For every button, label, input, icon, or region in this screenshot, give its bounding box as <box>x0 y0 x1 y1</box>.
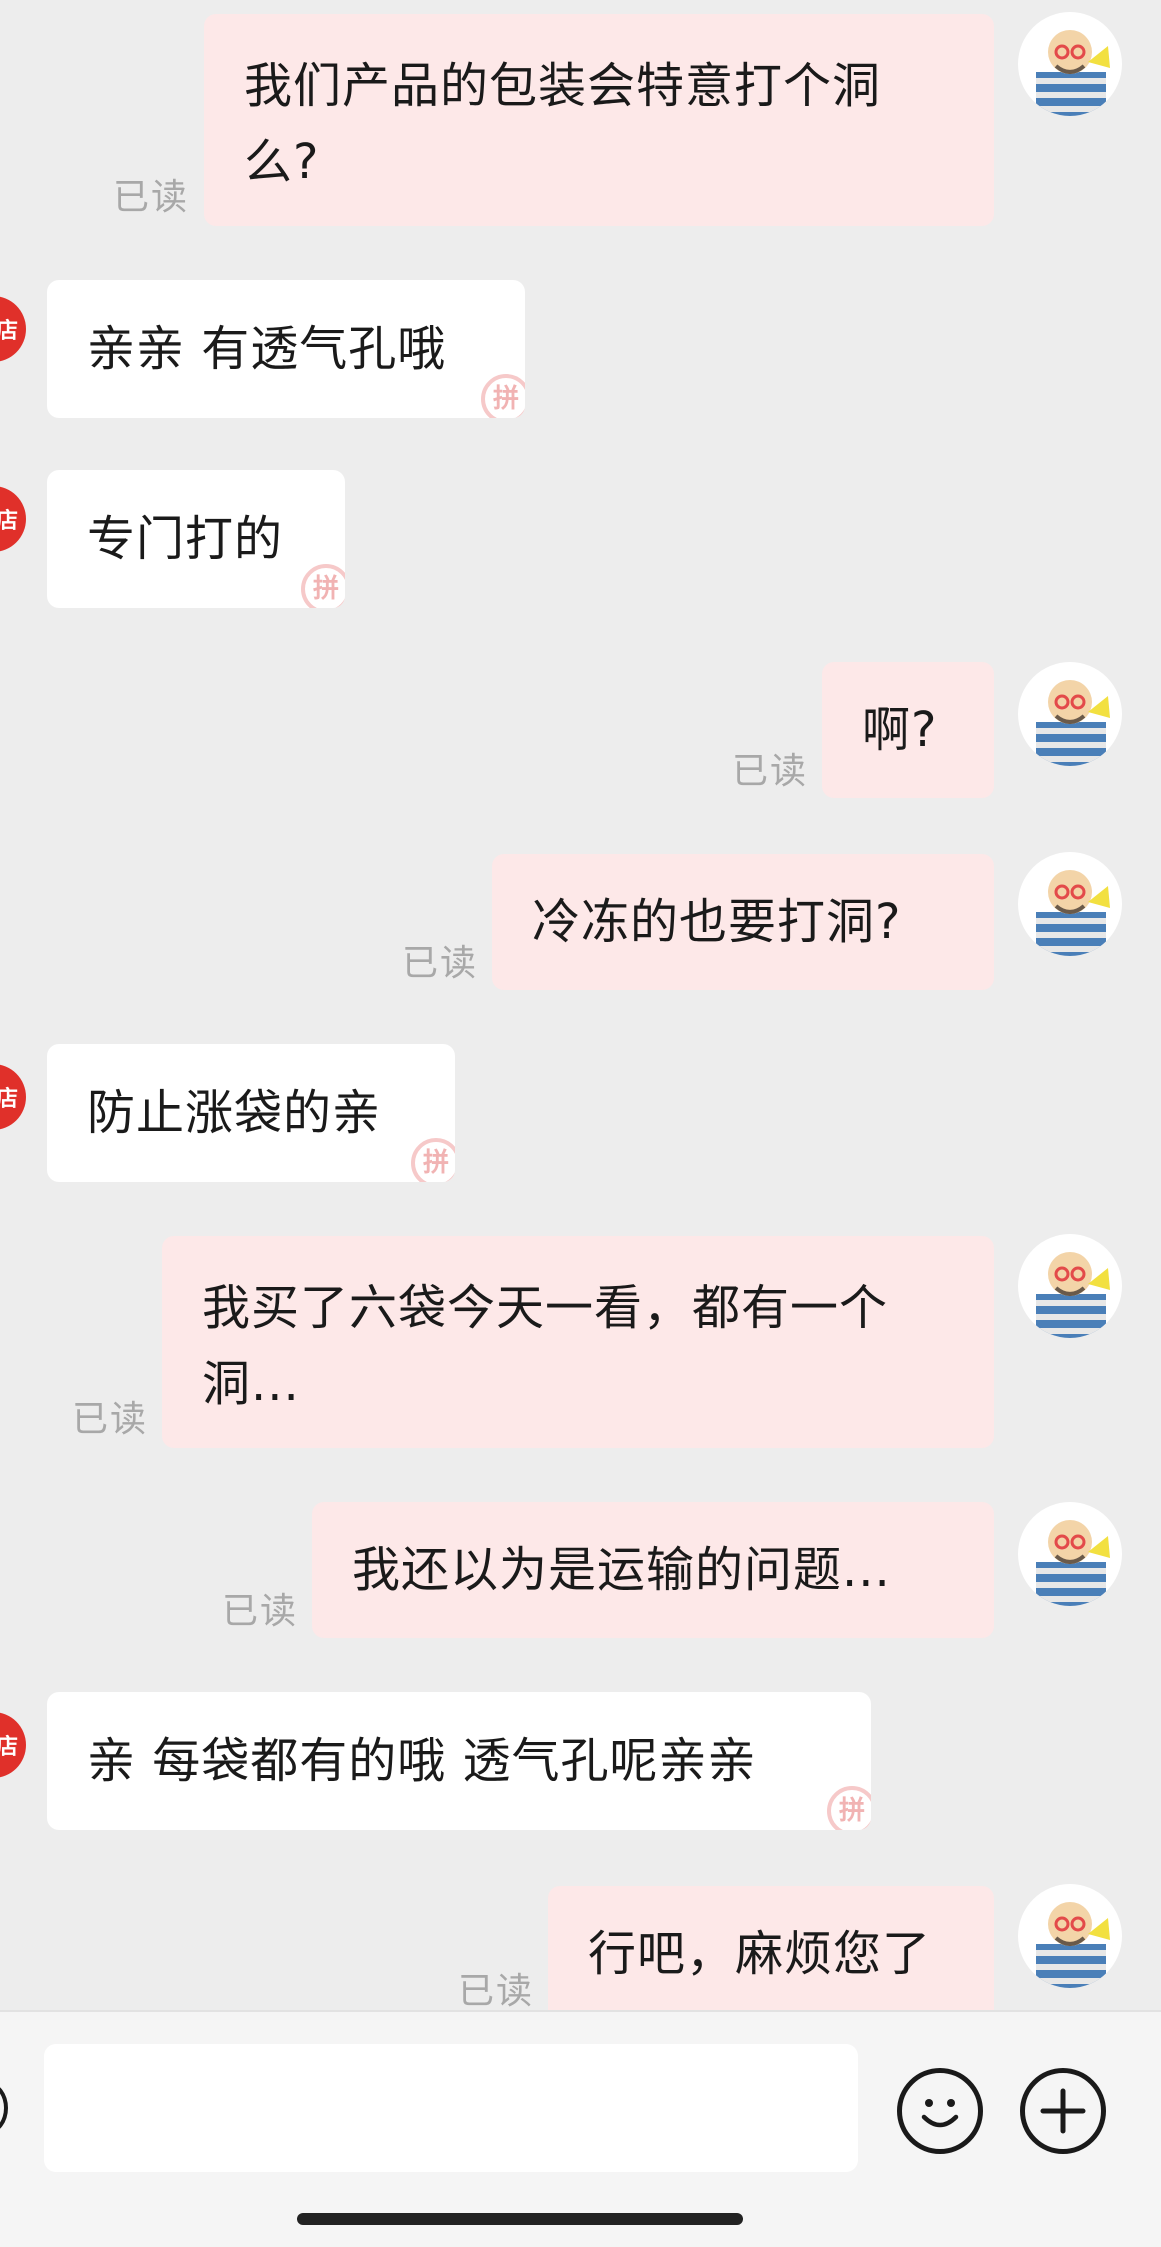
shop-avatar[interactable]: 店 <box>0 1712 26 1778</box>
merchant-stamp-icon: 拼 <box>481 374 525 418</box>
read-receipt: 已读 <box>72 1399 149 1440</box>
home-indicator-area <box>0 2195 1161 2247</box>
shop-avatar[interactable]: 店 <box>0 296 26 362</box>
message-bubble-outgoing[interactable]: 行吧，麻烦您了 <box>548 1886 994 2010</box>
shop-avatar-glyph: 店 <box>0 1087 18 1112</box>
shop-avatar[interactable]: 店 <box>0 486 26 552</box>
plus-icon <box>1040 2088 1086 2134</box>
shop-avatar-glyph: 店 <box>0 1735 18 1760</box>
message-bubble-outgoing[interactable]: 啊? <box>822 662 994 798</box>
message-bubble-outgoing[interactable]: 冷冻的也要打洞? <box>492 854 994 990</box>
home-indicator[interactable] <box>297 2213 743 2225</box>
shop-avatar-glyph: 店 <box>0 319 18 344</box>
message-bubble-incoming[interactable]: 亲 每袋都有的哦 透气孔呢亲亲 拼 <box>47 1692 871 1830</box>
message-input[interactable] <box>44 2044 858 2172</box>
read-receipt: 已读 <box>113 177 190 218</box>
message-text: 冷冻的也要打洞? <box>532 894 902 950</box>
message-text: 防止涨袋的亲 <box>87 1085 382 1141</box>
message-bubble-outgoing[interactable]: 我们产品的包装会特意打个洞 么? <box>204 14 994 226</box>
message-input-bar <box>0 2010 1161 2195</box>
emoji-icon <box>921 2099 959 2128</box>
user-avatar-illustration-icon <box>1036 680 1110 766</box>
shop-avatar-glyph: 店 <box>0 509 18 534</box>
read-receipt: 已读 <box>732 751 809 792</box>
my-avatar[interactable] <box>1018 1234 1122 1338</box>
my-avatar[interactable] <box>1018 662 1122 766</box>
merchant-stamp-icon: 拼 <box>411 1138 455 1182</box>
chat-history[interactable]: 我们产品的包装会特意打个洞 么? 已读 店 亲亲 有透气孔哦 拼 店 专门打的 … <box>0 0 1161 2010</box>
merchant-stamp-icon: 拼 <box>827 1786 871 1830</box>
message-bubble-outgoing[interactable]: 我还以为是运输的问题... <box>312 1502 994 1638</box>
message-text: 亲 每袋都有的哦 透气孔呢亲亲 <box>87 1733 757 1789</box>
shop-avatar[interactable]: 店 <box>0 1064 26 1130</box>
my-avatar[interactable] <box>1018 852 1122 956</box>
message-bubble-incoming[interactable]: 亲亲 有透气孔哦 拼 <box>47 280 525 418</box>
read-receipt: 已读 <box>458 1971 535 2010</box>
my-avatar[interactable] <box>1018 12 1122 116</box>
user-avatar-illustration-icon <box>1036 30 1110 116</box>
my-avatar[interactable] <box>1018 1884 1122 1988</box>
message-text: 我买了六袋今天一看，都有一个 洞... <box>202 1280 889 1412</box>
message-bubble-incoming[interactable]: 防止涨袋的亲 拼 <box>47 1044 455 1182</box>
message-text: 我们产品的包装会特意打个洞 么? <box>244 58 882 190</box>
message-bubble-outgoing[interactable]: 我买了六袋今天一看，都有一个 洞... <box>162 1236 994 1448</box>
emoji-button[interactable] <box>897 2068 983 2154</box>
user-avatar-illustration-icon <box>1036 1902 1110 1988</box>
user-avatar-illustration-icon <box>1036 870 1110 956</box>
message-text: 我还以为是运输的问题... <box>352 1542 891 1598</box>
message-text: 亲亲 有透气孔哦 <box>87 321 447 377</box>
message-text: 专门打的 <box>87 511 284 567</box>
merchant-stamp-icon: 拼 <box>301 564 345 608</box>
voice-icon[interactable] <box>0 2082 8 2134</box>
message-bubble-incoming[interactable]: 专门打的 拼 <box>47 470 345 608</box>
more-button[interactable] <box>1020 2068 1106 2154</box>
my-avatar[interactable] <box>1018 1502 1122 1606</box>
read-receipt: 已读 <box>402 943 479 984</box>
message-text: 行吧，麻烦您了 <box>588 1926 932 1982</box>
user-avatar-illustration-icon <box>1036 1520 1110 1606</box>
read-receipt: 已读 <box>222 1591 299 1632</box>
user-avatar-illustration-icon <box>1036 1252 1110 1338</box>
message-text: 啊? <box>862 702 938 758</box>
